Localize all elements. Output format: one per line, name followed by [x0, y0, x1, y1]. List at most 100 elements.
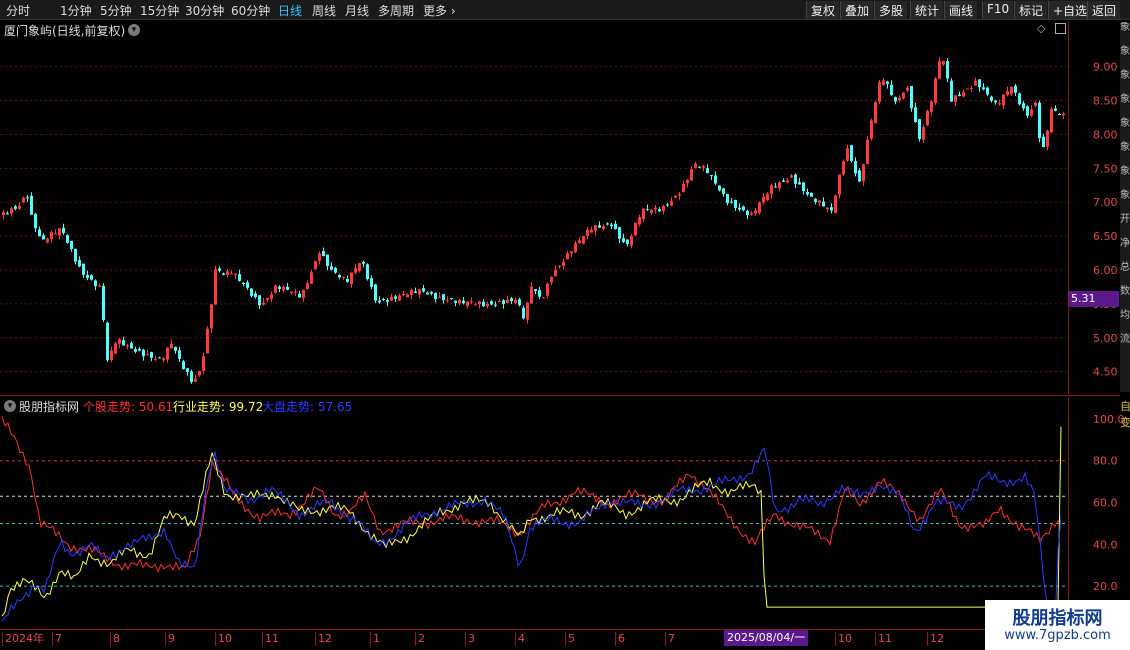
- candle-body: [206, 328, 209, 354]
- candle-body: [98, 285, 101, 287]
- candle-body: [834, 195, 837, 213]
- candle-body: [494, 304, 497, 306]
- candle-body: [774, 186, 777, 188]
- candle-body: [766, 193, 769, 201]
- price-tick-label: 5.00: [1093, 332, 1118, 345]
- candle-body: [430, 291, 433, 294]
- candle-body: [602, 225, 605, 229]
- time-axis-label: 2024年: [2, 632, 44, 646]
- candle-body: [898, 97, 901, 100]
- candle-body: [110, 350, 113, 361]
- candle-body: [118, 339, 121, 344]
- candle-body: [990, 96, 993, 101]
- candle-body: [742, 206, 745, 211]
- time-axis-label: 11: [262, 632, 279, 646]
- candle-body: [70, 240, 73, 250]
- candle-body: [422, 288, 425, 292]
- price-tick-label: 9.00: [1093, 61, 1118, 74]
- candle-body: [798, 182, 801, 185]
- candle-body: [42, 235, 45, 240]
- candle-body: [410, 289, 413, 296]
- candle-body: [926, 110, 929, 126]
- candle-body: [74, 248, 77, 262]
- candle-body: [906, 87, 909, 91]
- candle-body: [838, 174, 841, 195]
- candle-body: [218, 268, 221, 271]
- candle-body: [650, 209, 653, 214]
- candle-body: [634, 222, 637, 236]
- candle-body: [350, 272, 353, 285]
- candle-body: [134, 348, 137, 352]
- watermark-logo: 股朋指标网 www.7gpzb.com: [985, 600, 1130, 650]
- candle-body: [1046, 130, 1049, 147]
- indicator-line-1: [1, 426, 1062, 617]
- indicator-axis-line: [1068, 397, 1069, 629]
- candle-body: [426, 292, 429, 295]
- candle-body: [282, 286, 285, 291]
- candle-body: [982, 87, 985, 90]
- candle-body: [818, 200, 821, 203]
- indicator-line-2: [1, 447, 1062, 626]
- candle-body: [174, 346, 177, 351]
- candle-body: [414, 291, 417, 293]
- candle-body: [966, 88, 969, 90]
- cursor-date-label: 2025/08/04/一: [724, 630, 809, 646]
- candle-body: [1026, 106, 1029, 116]
- candle-body: [166, 347, 169, 360]
- candle-body: [998, 103, 1001, 105]
- candle-body: [394, 296, 397, 299]
- candle-body: [474, 304, 477, 306]
- candle-body: [554, 269, 557, 277]
- candle-body: [126, 345, 129, 347]
- time-axis-label: 5: [565, 632, 575, 646]
- candle-body: [642, 208, 645, 220]
- candle-body: [1030, 109, 1033, 116]
- candle-body: [34, 213, 37, 229]
- candle-body: [402, 293, 405, 296]
- time-axis-label: 4: [515, 632, 525, 646]
- candle-body: [718, 185, 721, 191]
- candle-body: [86, 274, 89, 278]
- time-axis-label: 6: [615, 632, 625, 646]
- candle-body: [374, 284, 377, 301]
- candle-body: [662, 206, 665, 211]
- candle-body: [870, 120, 873, 139]
- price-tick-label: 7.00: [1093, 196, 1118, 209]
- candle-body: [806, 192, 809, 195]
- candle-body: [962, 92, 965, 97]
- candle-body: [1038, 102, 1041, 139]
- candle-body: [814, 198, 817, 202]
- candle-body: [390, 296, 393, 301]
- candle-body: [322, 251, 325, 257]
- pane-divider: [0, 395, 1120, 396]
- price-tick-label: 6.00: [1093, 264, 1118, 277]
- candle-body: [686, 179, 689, 184]
- chart-canvas[interactable]: 9.008.508.007.507.006.506.005.505.004.50…: [0, 0, 1130, 650]
- candle-body: [378, 300, 381, 303]
- price-tick-label: 6.50: [1093, 230, 1118, 243]
- candle-body: [530, 286, 533, 304]
- candle-body: [434, 292, 437, 300]
- price-tick-label: 4.50: [1093, 366, 1118, 379]
- candle-body: [514, 299, 517, 303]
- price-tick-label: 8.50: [1093, 95, 1118, 108]
- candle-body: [986, 87, 989, 95]
- candle-body: [162, 358, 165, 361]
- candle-body: [866, 139, 869, 165]
- candle-body: [398, 295, 401, 301]
- candle-body: [622, 238, 625, 242]
- time-axis-label: 3: [465, 632, 475, 646]
- candle-body: [930, 101, 933, 112]
- candle-body: [562, 261, 565, 266]
- candle-body: [614, 223, 617, 229]
- price-tick-label: 8.00: [1093, 128, 1118, 141]
- time-axis-label: 10: [215, 632, 232, 646]
- candle-body: [894, 97, 897, 102]
- candle-body: [850, 145, 853, 161]
- candle-body: [26, 197, 29, 199]
- indicator-tick-label: 20.0: [1093, 580, 1118, 593]
- candle-body: [406, 294, 409, 298]
- candle-body: [54, 233, 57, 235]
- candle-body: [6, 213, 9, 215]
- candle-body: [890, 84, 893, 96]
